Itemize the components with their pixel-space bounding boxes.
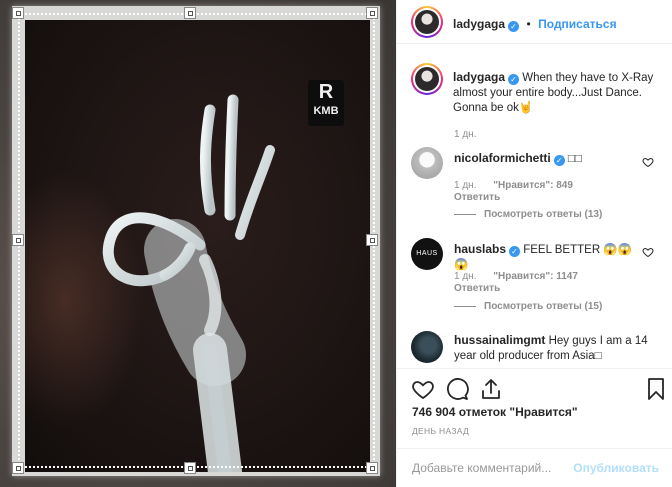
comment-text: □□	[567, 153, 582, 165]
view-replies-label: Посмотреть ответы (15)	[484, 301, 603, 312]
publish-button[interactable]: Опубликовать	[573, 461, 659, 475]
comment-username[interactable]: hussainalimgmt	[454, 333, 545, 347]
like-count[interactable]: 746 904 отметок "Нравится"	[412, 405, 578, 419]
separator-dot: •	[526, 17, 531, 31]
comment-avatar-nicolaformichetti[interactable]	[411, 147, 443, 179]
caption-emoji: 🤘	[518, 102, 534, 114]
comment-input[interactable]: Добавьте комментарий...	[412, 461, 551, 475]
replies-divider	[454, 305, 476, 307]
comment-likes[interactable]: "Нравится": 1147	[493, 271, 578, 282]
reply-button[interactable]: Ответить	[454, 283, 500, 294]
post-side-panel: ladygaga ✓ • Подписаться ladygaga ✓ When t…	[396, 0, 672, 487]
resize-handle-right[interactable]	[366, 234, 378, 246]
view-replies-button[interactable]: Посмотреть ответы (15)	[454, 301, 602, 312]
view-replies-label: Посмотреть ответы (13)	[484, 209, 603, 220]
comment-meta: 1 дн. "Нравится": 849	[454, 180, 573, 191]
comment-avatar-hussainalimgmt[interactable]	[411, 331, 443, 363]
reply-button[interactable]: Ответить	[454, 192, 500, 203]
resize-handle-bottom-right[interactable]	[366, 462, 378, 474]
share-icon[interactable]	[479, 377, 503, 401]
comment-time[interactable]: 1 дн.	[454, 271, 476, 282]
verified-icon: ✓	[553, 155, 565, 166]
comment-hussainalimgmt: hussainalimgmt Hey guys I am a 14 year o…	[454, 333, 654, 364]
comment-nicolaformichetti: nicolaformichetti ✓ □□	[454, 151, 634, 167]
author-username[interactable]: ladygaga	[453, 17, 505, 31]
caption-username[interactable]: ladygaga	[453, 70, 505, 84]
avatar-text: HAUS	[416, 250, 438, 257]
caption: ladygaga ✓ When they have to X-Ray almost…	[453, 70, 663, 116]
caption-avatar[interactable]	[411, 63, 443, 95]
header-user-line: ladygaga ✓ • Подписаться	[453, 15, 617, 33]
view-replies-button[interactable]: Посмотреть ответы (13)	[454, 209, 602, 220]
comment-like-heart-icon[interactable]	[642, 156, 654, 168]
verified-icon: ✓	[508, 74, 520, 85]
comment-time[interactable]: 1 дн.	[454, 180, 476, 191]
comment-like-heart-icon[interactable]	[642, 246, 654, 258]
post-header: ladygaga ✓ • Подписаться	[397, 0, 672, 44]
resize-handle-top-left[interactable]	[12, 7, 24, 19]
comment-likes[interactable]: "Нравится": 849	[493, 180, 573, 191]
resize-handle-bottom-left[interactable]	[12, 462, 24, 474]
avatar-image	[415, 10, 439, 34]
resize-handle-top-right[interactable]	[366, 7, 378, 19]
comment-meta: 1 дн. "Нравится": 1147	[454, 271, 578, 282]
comment-hauslabs: hauslabs ✓ FEEL BETTER 😱😱😱	[454, 242, 634, 273]
replies-divider	[454, 213, 476, 215]
post-media[interactable]: R KMB	[0, 0, 396, 487]
resize-handle-left[interactable]	[12, 234, 24, 246]
avatar-image	[415, 67, 439, 91]
comment-username[interactable]: nicolaformichetti	[454, 151, 551, 165]
bookmark-icon[interactable]	[644, 377, 668, 401]
resize-handle-bottom[interactable]	[184, 462, 196, 474]
author-avatar[interactable]	[411, 6, 443, 38]
add-comment-bar: Добавьте комментарий... Опубликовать	[397, 448, 672, 487]
caption-time[interactable]: 1 дн.	[454, 129, 476, 140]
comment-icon[interactable]	[445, 377, 469, 401]
selection-frame	[18, 13, 375, 468]
resize-handle-top[interactable]	[184, 7, 196, 19]
like-heart-icon[interactable]	[411, 377, 435, 401]
post-time[interactable]: ДЕНЬ НАЗАД	[412, 426, 469, 436]
follow-button[interactable]: Подписаться	[538, 17, 616, 31]
verified-icon: ✓	[508, 21, 520, 32]
comment-username[interactable]: hauslabs	[454, 242, 506, 256]
comment-avatar-hauslabs[interactable]: HAUS	[411, 238, 443, 270]
verified-icon: ✓	[509, 246, 521, 257]
